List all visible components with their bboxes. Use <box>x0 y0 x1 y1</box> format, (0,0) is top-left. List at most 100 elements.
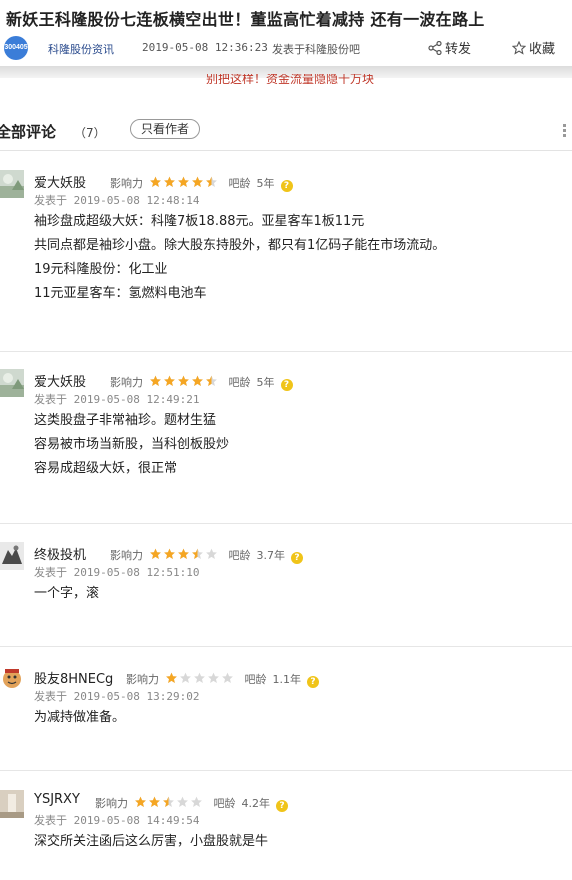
rating-star-icon <box>150 375 161 386</box>
stock-avatar[interactable]: 300405 <box>4 36 28 60</box>
rating-star-icon <box>164 375 175 386</box>
influence-stars <box>134 796 204 811</box>
help-icon[interactable]: ? <box>276 800 288 812</box>
influence-row: 影响力 吧龄 3.7年? <box>110 547 303 564</box>
help-icon[interactable]: ? <box>291 552 303 564</box>
rating-star-icon <box>180 672 191 683</box>
rating-star-icon <box>194 672 205 683</box>
user-name[interactable]: 爱大妖股 <box>34 172 86 191</box>
rating-star-icon <box>177 796 188 807</box>
comment-divider <box>0 351 572 352</box>
comment-body: 为减持做准备。 <box>34 706 125 730</box>
comment-body: 深交所关注函后这么厉害，小盘股就是牛 <box>34 830 268 854</box>
influence-row: 影响力 吧龄 5年? <box>110 175 293 192</box>
influence-row: 影响力 吧龄 1.1年? <box>126 671 319 688</box>
rating-star-icon <box>178 176 189 187</box>
bar-age-label: 吧龄 <box>213 797 236 810</box>
comment-date: 发表于 2019-05-08 14:49:54 <box>34 812 199 828</box>
comment-line: 这类股盘子非常袖珍。题材生猛 <box>34 413 217 428</box>
comment-date: 发表于 2019-05-08 13:29:02 <box>34 688 199 704</box>
article-title: 新妖王科隆股份七连板横空出世！董监高忙着减持 还有一波在路上 <box>6 10 485 29</box>
posted-label: 发表于 <box>34 566 67 579</box>
comment-line: 容易成超级大妖，很正常 <box>34 461 178 476</box>
influence-label: 影响力 <box>110 549 143 562</box>
comment-body: 袖珍盘成超级大妖：科隆7板18.88元。亚星客车1板11元 共同点都是袖珍小盘。… <box>34 210 445 306</box>
help-icon[interactable]: ? <box>280 379 293 391</box>
rating-star-icon <box>192 548 203 559</box>
rating-star-icon <box>222 672 233 683</box>
comment-line: 容易被市场当新股，当科创板股炒 <box>34 437 230 452</box>
comment-count: （7） <box>74 126 106 140</box>
comment-date: 发表于 2019-05-08 12:51:10 <box>34 564 199 580</box>
user-name[interactable]: 爱大妖股 <box>34 371 86 390</box>
influence-label: 影响力 <box>95 797 128 810</box>
article-meta: 300405 科隆股份资讯 2019-05-08 12:36:23 发表于科隆股… <box>4 36 572 60</box>
influence-label: 影响力 <box>110 177 143 190</box>
comment-line: 11元亚星客车：氢燃料电池车 <box>34 286 207 301</box>
rating-star-icon <box>135 796 146 807</box>
bar-age-label: 吧龄 <box>228 549 251 562</box>
comment-divider <box>0 770 572 771</box>
scroll-grip-icon[interactable] <box>563 124 567 140</box>
influence-label: 影响力 <box>126 673 159 686</box>
rating-star-icon <box>208 672 219 683</box>
bar-age-value: 5年 <box>256 376 275 389</box>
help-icon[interactable]: ? <box>280 180 293 192</box>
comment-date: 发表于 2019-05-08 12:49:21 <box>34 391 199 407</box>
posted-in-link[interactable]: 发表于科隆股份吧 <box>272 41 360 57</box>
rating-star-icon <box>206 548 217 559</box>
comment-time: 2019-05-08 14:49:54 <box>73 814 200 827</box>
comment-line: 共同点都是袖珍小盘。除大股东持股外，都只有1亿码子能在市场流动。 <box>34 238 446 253</box>
bar-age-value: 4.2年 <box>241 797 271 810</box>
user-name[interactable]: 终极投机 <box>34 544 86 563</box>
rating-star-icon <box>164 176 175 187</box>
bar-age-label: 吧龄 <box>228 177 251 190</box>
comment-divider <box>0 523 572 524</box>
clipped-ad-link[interactable]: 别把这样！资金流量隐隐十万块 <box>206 74 374 84</box>
rating-star-icon <box>178 548 189 559</box>
rating-star-icon <box>206 176 217 187</box>
comment-time: 2019-05-08 12:49:21 <box>73 393 200 406</box>
rating-star-icon <box>150 548 161 559</box>
rating-star-icon <box>206 375 217 386</box>
comment-time: 2019-05-08 13:29:02 <box>73 690 200 703</box>
posted-label: 发表于 <box>34 194 67 207</box>
comment-line: 深交所关注函后这么厉害，小盘股就是牛 <box>34 834 269 849</box>
comment-line: 一个字，滚 <box>34 586 100 601</box>
influence-stars <box>149 176 219 191</box>
tab-all-comments[interactable]: 全部评论 <box>0 121 56 142</box>
user-name[interactable]: YSJRXY <box>34 792 80 807</box>
influence-stars <box>149 375 219 390</box>
favorite-label: 收藏 <box>529 42 556 57</box>
user-avatar[interactable] <box>0 790 24 818</box>
influence-label: 影响力 <box>110 376 143 389</box>
posted-label: 发表于 <box>34 393 67 406</box>
rating-star-icon <box>192 176 203 187</box>
rating-star-icon <box>178 375 189 386</box>
help-icon[interactable]: ? <box>307 676 319 688</box>
source-link[interactable]: 科隆股份资讯 <box>48 41 114 57</box>
rating-star-icon <box>164 548 175 559</box>
share-icon <box>428 40 442 56</box>
comment-body: 这类股盘子非常袖珍。题材生猛 容易被市场当新股，当科创板股炒 容易成超级大妖，很… <box>34 409 229 481</box>
comment-line: 为减持做准备。 <box>34 710 126 725</box>
comment-time: 2019-05-08 12:51:10 <box>73 566 200 579</box>
user-avatar[interactable] <box>0 170 24 198</box>
user-avatar[interactable] <box>0 542 24 570</box>
user-avatar[interactable] <box>0 369 24 397</box>
bar-age-label: 吧龄 <box>228 376 251 389</box>
rating-star-icon <box>192 375 203 386</box>
influence-row: 影响力 吧龄 5年? <box>110 374 293 391</box>
comment-tabs: 全部评论 （7） 只看作者 <box>0 116 572 151</box>
posted-label: 发表于 <box>34 690 67 703</box>
bar-age-value: 3.7年 <box>256 549 286 562</box>
author-only-button[interactable]: 只看作者 <box>130 119 200 139</box>
comment-date: 发表于 2019-05-08 12:48:14 <box>34 192 199 208</box>
post-time: 2019-05-08 12:36:23 <box>142 41 268 54</box>
favorite-button[interactable]: 收藏 <box>511 38 556 57</box>
user-name[interactable]: 股友8HNECg <box>34 668 113 687</box>
user-avatar[interactable] <box>0 666 24 694</box>
share-button[interactable]: 转发 <box>428 38 471 57</box>
rating-star-icon <box>150 176 161 187</box>
rating-star-icon <box>191 796 202 807</box>
